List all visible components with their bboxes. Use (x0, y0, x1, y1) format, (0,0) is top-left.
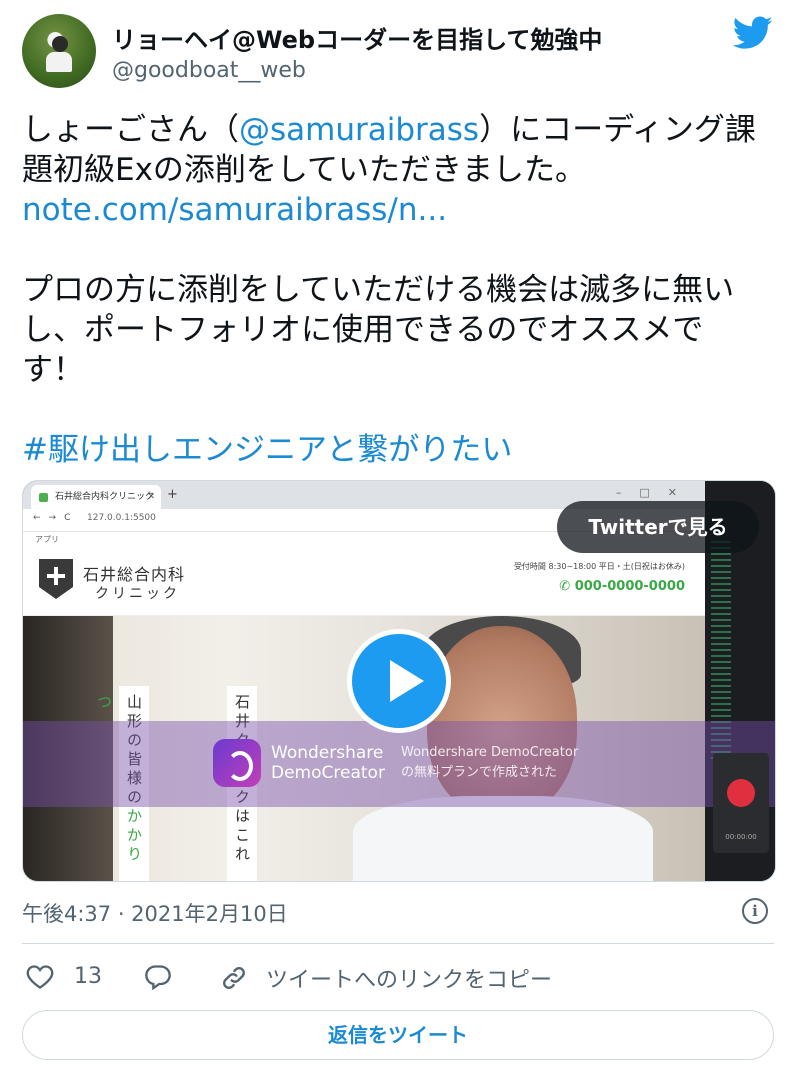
doctor-coat (353, 796, 653, 881)
video-media[interactable]: 石井総合内科クリニック ✕ + –□✕ ←→C 127.0.0.1:5500 ア… (22, 480, 776, 882)
avatar-figure-head (52, 36, 68, 52)
hashtag-link[interactable]: #駆け出しエンジニアと繋がりたい (22, 430, 782, 470)
tweet-actions: 13 ツイートへのリンクをコピー (22, 960, 782, 996)
twitter-bird-icon[interactable] (733, 16, 773, 50)
author-handle[interactable]: @goodboat__web (112, 58, 306, 83)
clinic-phone: ✆ 000-0000-0000 (559, 579, 685, 594)
heart-icon[interactable] (26, 964, 54, 990)
tweet-text: しょーごさん（@samuraibrass）にコーディング課 題初級Exの添削をし… (22, 110, 782, 470)
watermark-note-line: の無料プランで作成された (401, 765, 558, 780)
tweet-card: リョーヘイ@Webコーダーを目指して勉強中 @goodboat__web しょー… (0, 0, 800, 1084)
watch-on-twitter-button[interactable]: Twitterで見る (557, 501, 759, 553)
mention-link[interactable]: @samuraibrass (239, 112, 479, 148)
info-icon[interactable]: i (742, 898, 768, 924)
watermark-band (23, 721, 775, 807)
record-icon (727, 779, 755, 807)
nav-arrows-icon: ←→C (33, 513, 79, 523)
site-header: 石井総合内科 クリニック 受付時間 8:30~18:00 平日・土(日祝はお休み… (23, 547, 705, 616)
recorder-time: 00:00:00 (725, 833, 757, 841)
watermark-brand-line: Wondershare (271, 743, 384, 763)
watermark-brand: Wondershare DemoCreator (271, 743, 385, 783)
close-icon: ✕ (147, 492, 155, 502)
tweet-text-line: し、ポートフォリオに使用できるのでオススメで (22, 312, 704, 348)
clinic-cross-icon (39, 559, 73, 599)
divider (22, 943, 774, 944)
watermark-brand-line: DemoCreator (271, 763, 385, 783)
favicon-icon (39, 493, 48, 502)
browser-tab: 石井総合内科クリニック ✕ (31, 485, 161, 509)
author-name[interactable]: リョーヘイ@Webコーダーを目指して勉強中 (112, 20, 602, 55)
tweet-timestamp[interactable]: 午後4:37 · 2021年2月10日 (22, 898, 288, 928)
democreator-logo-icon (213, 739, 261, 787)
clinic-phone-number: 000-0000-0000 (574, 579, 685, 594)
window-controls: –□✕ (615, 486, 695, 499)
browser-tab-title: 石井総合内科クリニック (55, 492, 155, 502)
clinic-name: 石井総合内科 (83, 565, 186, 584)
link-icon[interactable] (220, 964, 248, 992)
copy-link-button[interactable]: ツイートへのリンクをコピー (266, 962, 552, 994)
clinic-subname: クリニック (95, 586, 180, 602)
tweet-text-part: ）にコーディング課 (479, 112, 756, 148)
recorder-panel: 00:00:00 (713, 753, 769, 853)
reply-bubble-icon[interactable] (144, 964, 172, 990)
tweet-text-line: 題初級Exの添削をしていただきました。 (22, 152, 587, 188)
browser-url: 127.0.0.1:5500 (87, 513, 156, 523)
play-icon[interactable] (347, 629, 451, 733)
watermark-note: Wondershare DemoCreator の無料プランで作成された (401, 743, 578, 783)
tweet-text-line: プロの方に添削をしていただける機会は滅多に無い (22, 272, 735, 308)
avatar-figure-body (46, 52, 72, 72)
tweet-text-part: しょーごさん（ (22, 112, 239, 148)
tweet-text-line: す！ (22, 352, 84, 388)
avatar[interactable] (22, 14, 96, 88)
note-link[interactable]: note.com/samuraibrass/n... (22, 190, 782, 230)
clinic-hours: 受付時間 8:30~18:00 平日・土(日祝はお休み) (513, 562, 685, 571)
reply-tweet-button[interactable]: 返信をツイート (22, 1010, 774, 1060)
watermark-note-line: Wondershare DemoCreator (401, 745, 579, 760)
new-tab-icon: + (167, 487, 178, 502)
like-count[interactable]: 13 (74, 964, 102, 989)
